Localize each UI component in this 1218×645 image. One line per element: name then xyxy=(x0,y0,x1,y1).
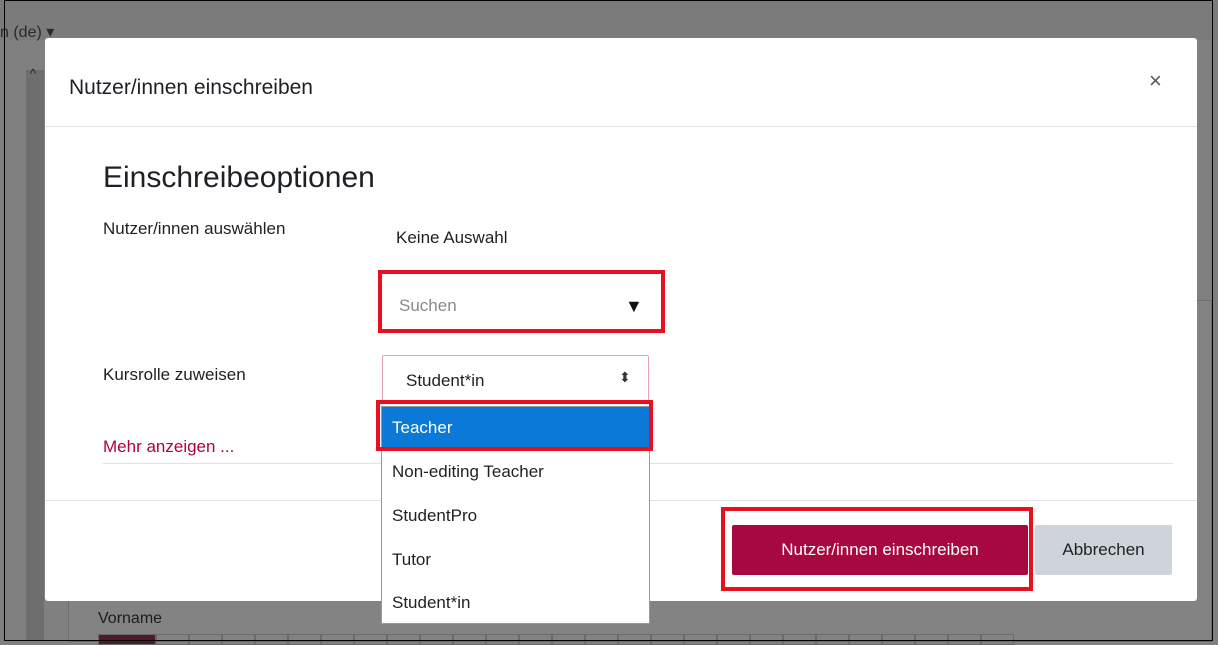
alphabet-cell xyxy=(255,634,288,645)
select-users-label: Nutzer/innen auswählen xyxy=(103,219,286,238)
alphabet-cell xyxy=(156,634,189,645)
alphabet-cell xyxy=(981,634,1014,645)
cancel-button[interactable]: Abbrechen xyxy=(1035,525,1172,575)
alphabet-cell xyxy=(519,634,552,645)
search-placeholder: Suchen xyxy=(399,296,457,315)
show-more-link[interactable]: Mehr anzeigen ... xyxy=(103,437,234,457)
role-option-tutor[interactable]: Tutor xyxy=(382,539,649,581)
alphabet-cell xyxy=(453,634,486,645)
alphabet-cell xyxy=(783,634,816,645)
alphabet-cell xyxy=(321,634,354,645)
alphabet-cell xyxy=(849,634,882,645)
role-select-value: Student*in xyxy=(406,371,485,390)
alphabet-cell xyxy=(354,634,387,645)
dropdown-arrow-icon[interactable]: ▼ xyxy=(625,296,643,317)
alphabet-cell xyxy=(750,634,783,645)
dialog-title: Nutzer/innen einschreiben xyxy=(69,76,313,99)
alphabet-cell xyxy=(717,634,750,645)
alphabet-cell xyxy=(222,634,255,645)
alphabet-cell xyxy=(816,634,849,645)
background-scrollbar xyxy=(26,70,44,640)
scroll-up-icon: ^ xyxy=(30,66,37,81)
alphabet-cell xyxy=(420,634,453,645)
sort-caret-icon: ⬍ xyxy=(619,369,631,385)
close-icon[interactable]: × xyxy=(1149,68,1162,94)
role-label: Kursrolle zuweisen xyxy=(103,365,246,384)
alphabet-cell xyxy=(189,634,222,645)
alphabet-filter xyxy=(98,634,1014,645)
alphabet-cell xyxy=(684,634,717,645)
alphabet-cell xyxy=(948,634,981,645)
vorname-label: Vorname xyxy=(98,610,163,627)
alphabet-cell xyxy=(651,634,684,645)
role-options-list: Teacher Non-editing Teacher StudentPro T… xyxy=(381,406,650,624)
alphabet-cell xyxy=(882,634,915,645)
alphabet-cell xyxy=(486,634,519,645)
enrol-users-button[interactable]: Nutzer/innen einschreiben xyxy=(732,525,1028,575)
alphabet-cell xyxy=(387,634,420,645)
alphabet-cell xyxy=(618,634,651,645)
background-topbar xyxy=(0,0,1218,40)
alphabet-cell xyxy=(98,634,156,645)
role-option-studentpro[interactable]: StudentPro xyxy=(382,495,649,537)
alphabet-cell xyxy=(585,634,618,645)
alphabet-cell xyxy=(915,634,948,645)
alphabet-cell xyxy=(288,634,321,645)
dialog-header: Nutzer/innen einschreiben × xyxy=(45,38,1197,127)
role-option-student[interactable]: Student*in xyxy=(382,582,649,624)
role-option-teacher[interactable]: Teacher xyxy=(382,407,649,449)
alphabet-cell xyxy=(552,634,585,645)
language-label: n (de) xyxy=(0,24,42,41)
section-title: Einschreibeoptionen xyxy=(103,161,375,194)
selection-value: Keine Auswahl xyxy=(396,228,508,247)
role-option-non-editing-teacher[interactable]: Non-editing Teacher xyxy=(382,451,649,493)
